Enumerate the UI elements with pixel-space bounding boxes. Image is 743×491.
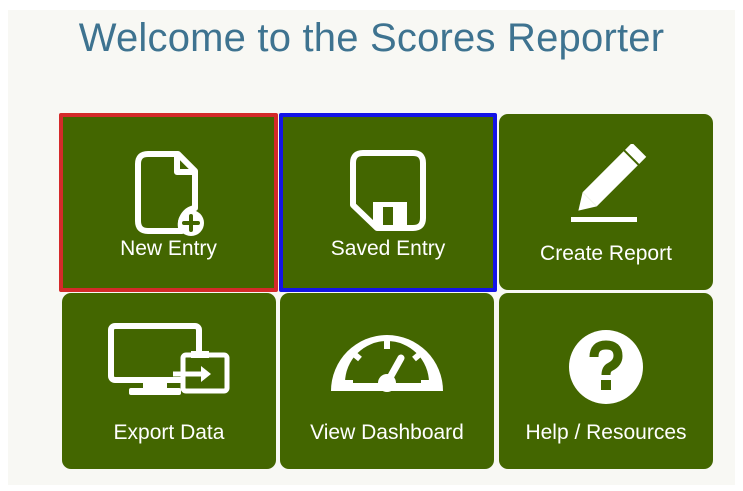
new-entry-button[interactable]: New Entry: [59, 113, 278, 292]
floppy-disk-icon: [283, 147, 493, 237]
view-dashboard-button[interactable]: View Dashboard: [280, 293, 494, 469]
saved-entry-label: Saved Entry: [330, 237, 446, 260]
create-report-button[interactable]: Create Report: [499, 114, 713, 290]
page-title: Welcome to the Scores Reporter: [78, 16, 665, 60]
export-data-label: Export Data: [113, 421, 225, 444]
saved-entry-button[interactable]: Saved Entry: [279, 113, 497, 292]
monitor-export-icon: [62, 321, 276, 401]
question-icon: [499, 327, 713, 407]
new-file-icon: [63, 150, 274, 240]
view-dashboard-label: View Dashboard: [310, 421, 464, 444]
create-report-label: Create Report: [540, 242, 672, 265]
new-entry-label: New Entry: [120, 237, 217, 260]
help-resources-label: Help / Resources: [525, 421, 687, 444]
gauge-icon: [280, 325, 494, 397]
help-resources-button[interactable]: Help / Resources: [499, 293, 713, 469]
pencil-icon: [499, 144, 713, 228]
export-data-button[interactable]: Export Data: [62, 293, 276, 469]
